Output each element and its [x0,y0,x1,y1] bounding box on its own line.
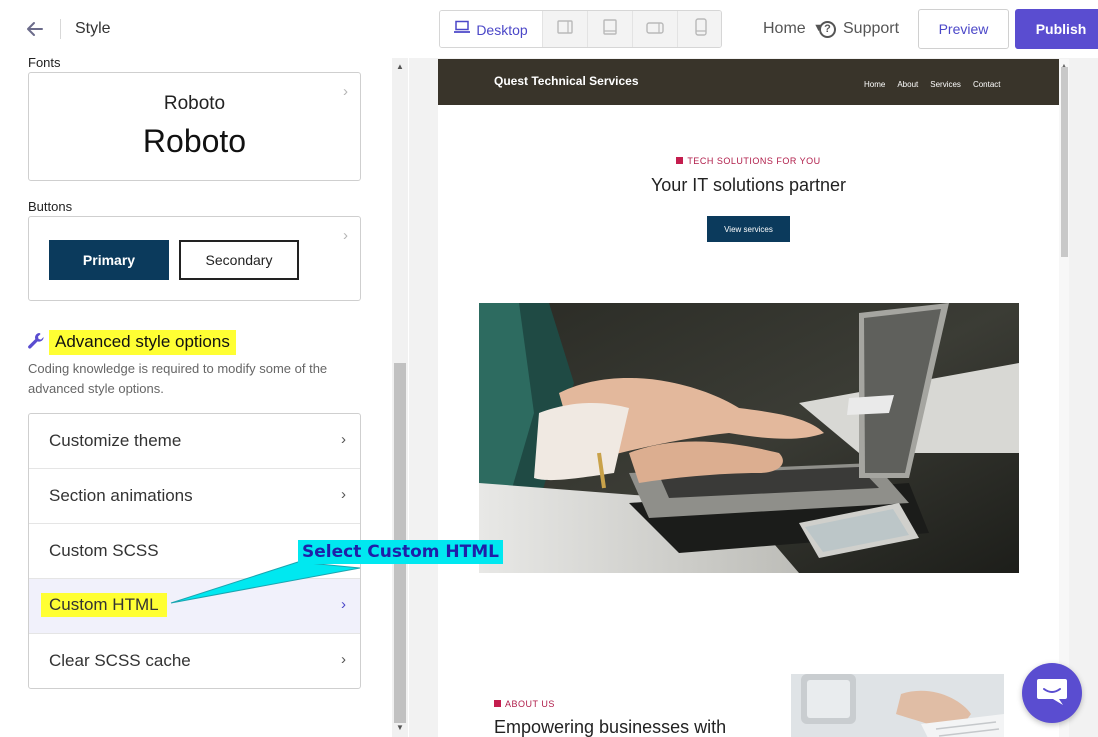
advanced-options-title: Advanced style options [49,330,236,355]
site-navbar: Quest Technical Services Home About Serv… [438,59,1059,105]
menu-item-label: Customize theme [49,431,182,450]
body-font-sample: Roboto [142,123,247,159]
website-preview: Quest Technical Services Home About Serv… [438,59,1059,737]
page-select-value: Home [763,20,806,37]
panel-scrollbar[interactable]: ▲ ▼ [392,58,408,737]
page-select[interactable]: Home ▼ [763,20,824,38]
menu-item-label: Custom HTML [41,593,167,617]
site-brand[interactable]: Quest Technical Services [494,74,639,88]
site-nav-links: Home About Services Contact [864,80,1001,89]
wrench-icon [26,331,46,351]
menu-item-clear-scss-cache[interactable]: Clear SCSS cache › [29,634,360,688]
header-divider [60,19,61,39]
menu-item-label: Custom SCSS [49,541,159,560]
scroll-down-icon[interactable]: ▼ [392,721,408,735]
chevron-right-icon: › [341,596,346,613]
preview-scrollbar[interactable]: ▲ [1059,59,1069,737]
device-phone-landscape-button[interactable] [632,11,677,47]
device-phone-portrait-button[interactable] [677,11,721,47]
hero-eyebrow: TECH SOLUTIONS FOR YOU [438,156,1059,166]
about-eyebrow-text: ABOUT US [505,699,555,709]
fonts-label: Fonts [28,55,61,70]
primary-button-sample: Primary [49,240,169,280]
site-nav-contact[interactable]: Contact [973,80,1001,89]
chevron-right-icon: › [343,227,348,244]
chevron-right-icon: › [341,486,346,503]
help-icon: ? [819,20,836,38]
menu-item-label: Section animations [49,486,193,505]
advanced-options-description: Coding knowledge is required to modify s… [28,361,328,396]
tablet-portrait-icon [603,19,617,40]
device-switcher: Desktop [439,10,722,48]
menu-item-custom-html[interactable]: Custom HTML › [29,579,360,634]
secondary-button-sample: Secondary [179,240,299,280]
site-nav-home[interactable]: Home [864,80,885,89]
site-nav-about[interactable]: About [897,80,918,89]
app-root: Style Fonts Roboto Roboto › Buttons Prim… [0,0,1098,737]
eyebrow-square-icon [676,157,684,164]
tablet-landscape-icon [557,20,573,39]
phone-portrait-icon [694,18,707,41]
panel-title: Style [75,20,111,37]
style-panel: Style Fonts Roboto Roboto › Buttons Prim… [0,0,408,737]
fonts-card[interactable]: Roboto Roboto › [28,72,361,181]
device-desktop-label: Desktop [476,21,528,38]
device-tablet-portrait-button[interactable] [587,11,632,47]
buttons-label: Buttons [28,199,73,214]
chevron-right-icon: › [341,431,346,448]
about-eyebrow: ABOUT US [494,699,555,709]
scrollbar-thumb[interactable] [1061,67,1068,257]
menu-item-customize-theme[interactable]: Customize theme › [29,414,360,469]
hero-image-laptop-typing [479,303,1019,573]
about-title: Empowering businesses with [494,717,727,737]
support-link[interactable]: ? Support [819,20,899,38]
menu-item-label: Clear SCSS cache [49,651,191,670]
site-nav-services[interactable]: Services [930,80,961,89]
chat-bubble-icon [1035,675,1069,712]
scroll-up-icon[interactable]: ▲ [392,60,408,74]
hero-eyebrow-text: TECH SOLUTIONS FOR YOU [687,156,821,166]
publish-button[interactable]: Publish [1015,9,1098,49]
chat-launcher-button[interactable] [1022,663,1082,723]
laptop-icon [454,20,471,39]
phone-landscape-icon [646,21,664,39]
support-label: Support [843,20,900,37]
hero-title: Your IT solutions partner [650,175,847,195]
panel-header: Style [0,0,408,58]
heading-font-sample: Roboto [163,93,226,114]
back-arrow-icon[interactable] [24,18,48,40]
editor-topbar: Desktop Home ▼ ? Support Preview Publish [409,0,1098,58]
preview-button[interactable]: Preview [918,9,1009,49]
menu-item-section-animations[interactable]: Section animations › [29,469,360,524]
device-desktop-button[interactable]: Desktop [440,11,542,47]
chevron-right-icon: › [341,651,346,668]
about-image-hands [791,674,1004,737]
eyebrow-square-icon [494,700,501,707]
buttons-card[interactable]: Primary Secondary › [28,216,361,301]
callout-label: Select Custom HTML [298,540,503,564]
view-services-button[interactable]: View services [707,216,790,242]
chevron-right-icon: › [343,83,348,100]
device-tablet-landscape-button[interactable] [542,11,587,47]
